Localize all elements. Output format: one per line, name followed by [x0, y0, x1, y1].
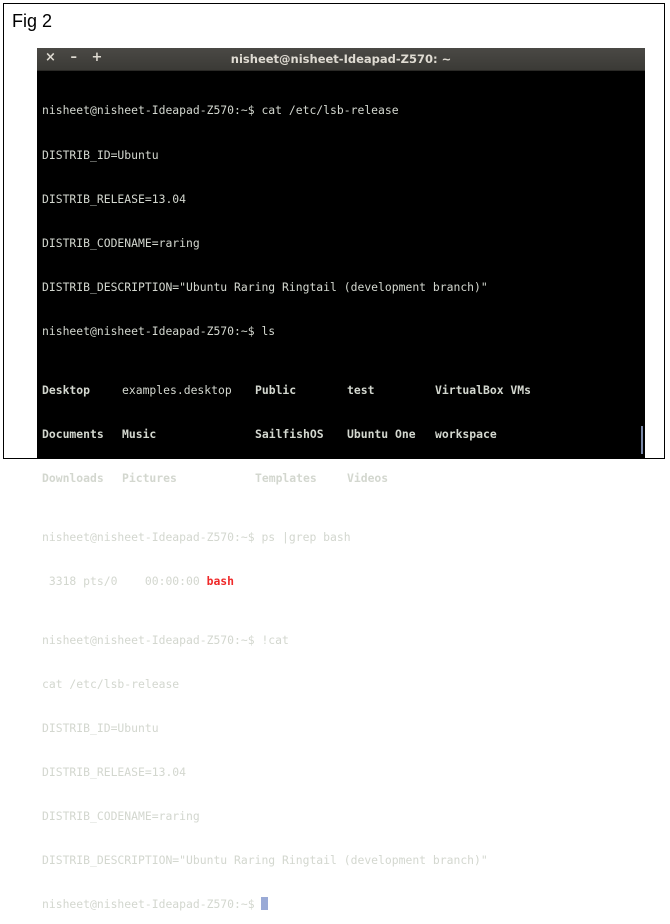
ls-entry: SailfishOS [255, 426, 324, 441]
ps-result: 3318 pts/0 00:00:00 [42, 573, 207, 588]
text-cursor [261, 897, 269, 911]
ls-entry: Ubuntu One [347, 426, 416, 441]
ls-entry: Documents [42, 426, 104, 441]
ls-row: Desktop examples.desktop Public test Virtual… [42, 383, 645, 398]
ls-row: Downloads Pictures Templates Videos [42, 471, 645, 486]
terminal-line: DISTRIB_DESCRIPTION="Ubuntu Raring Ringt… [42, 279, 488, 294]
terminal-line: nisheet@nisheet-Ideapad-Z570:~$ ps |grep… [42, 529, 351, 544]
ls-entry: Public [255, 382, 297, 397]
ls-entry: workspace [435, 426, 497, 441]
window-titlebar[interactable]: × – + nisheet@nisheet-Ideapad-Z570: ~ [37, 48, 645, 71]
ls-entry: Downloads [42, 470, 104, 485]
window-title: nisheet@nisheet-Ideapad-Z570: ~ [230, 52, 452, 66]
grep-match: bash [206, 573, 235, 588]
ls-entry: examples.desktop [122, 382, 232, 397]
shell-prompt: nisheet@nisheet-Ideapad-Z570:~$ [42, 897, 262, 912]
terminal-window[interactable]: × – + nisheet@nisheet-Ideapad-Z570: ~ ni… [37, 48, 645, 911]
terminal-line: nisheet@nisheet-Ideapad-Z570:~$ !cat [42, 632, 289, 647]
terminal-line: nisheet@nisheet-Ideapad-Z570:~$ ls [42, 323, 276, 338]
terminal-line: DISTRIB_ID=Ubuntu [42, 720, 159, 735]
ls-entry: Desktop [42, 382, 91, 397]
ls-row: Documents Music SailfishOS Ubuntu One worksp… [42, 427, 645, 442]
figure-frame: Fig 2 × – + nisheet@nisheet-Ideapad-Z570… [3, 3, 665, 911]
terminal-line: DISTRIB_ID=Ubuntu [42, 147, 159, 162]
terminal-line: DISTRIB_CODENAME=raring [42, 808, 200, 823]
terminal-output[interactable]: nisheet@nisheet-Ideapad-Z570:~$ cat /etc… [37, 71, 645, 924]
ls-entry: VirtualBox VMs [435, 382, 532, 397]
terminal-line: DISTRIB_DESCRIPTION="Ubuntu Raring Ringt… [42, 853, 488, 868]
figure-label: Fig 2 [12, 11, 53, 31]
terminal-line: cat /etc/lsb-release [42, 676, 180, 691]
ls-entry: Videos [347, 470, 389, 485]
terminal-line: DISTRIB_RELEASE=13.04 [42, 764, 187, 779]
scrollbar[interactable] [641, 426, 643, 454]
ps-result-line: 3318 pts/0 00:00:00 bash [42, 574, 645, 589]
terminal-line: DISTRIB_RELEASE=13.04 [42, 191, 187, 206]
terminal-line: DISTRIB_CODENAME=raring [42, 235, 200, 250]
prompt-line[interactable]: nisheet@nisheet-Ideapad-Z570:~$ [42, 897, 645, 912]
ls-entry: Pictures [122, 470, 177, 485]
ls-entry: test [347, 382, 375, 397]
terminal-line: nisheet@nisheet-Ideapad-Z570:~$ cat /etc… [42, 103, 399, 118]
ls-entry: Music [122, 426, 157, 441]
ls-entry: Templates [255, 470, 317, 485]
